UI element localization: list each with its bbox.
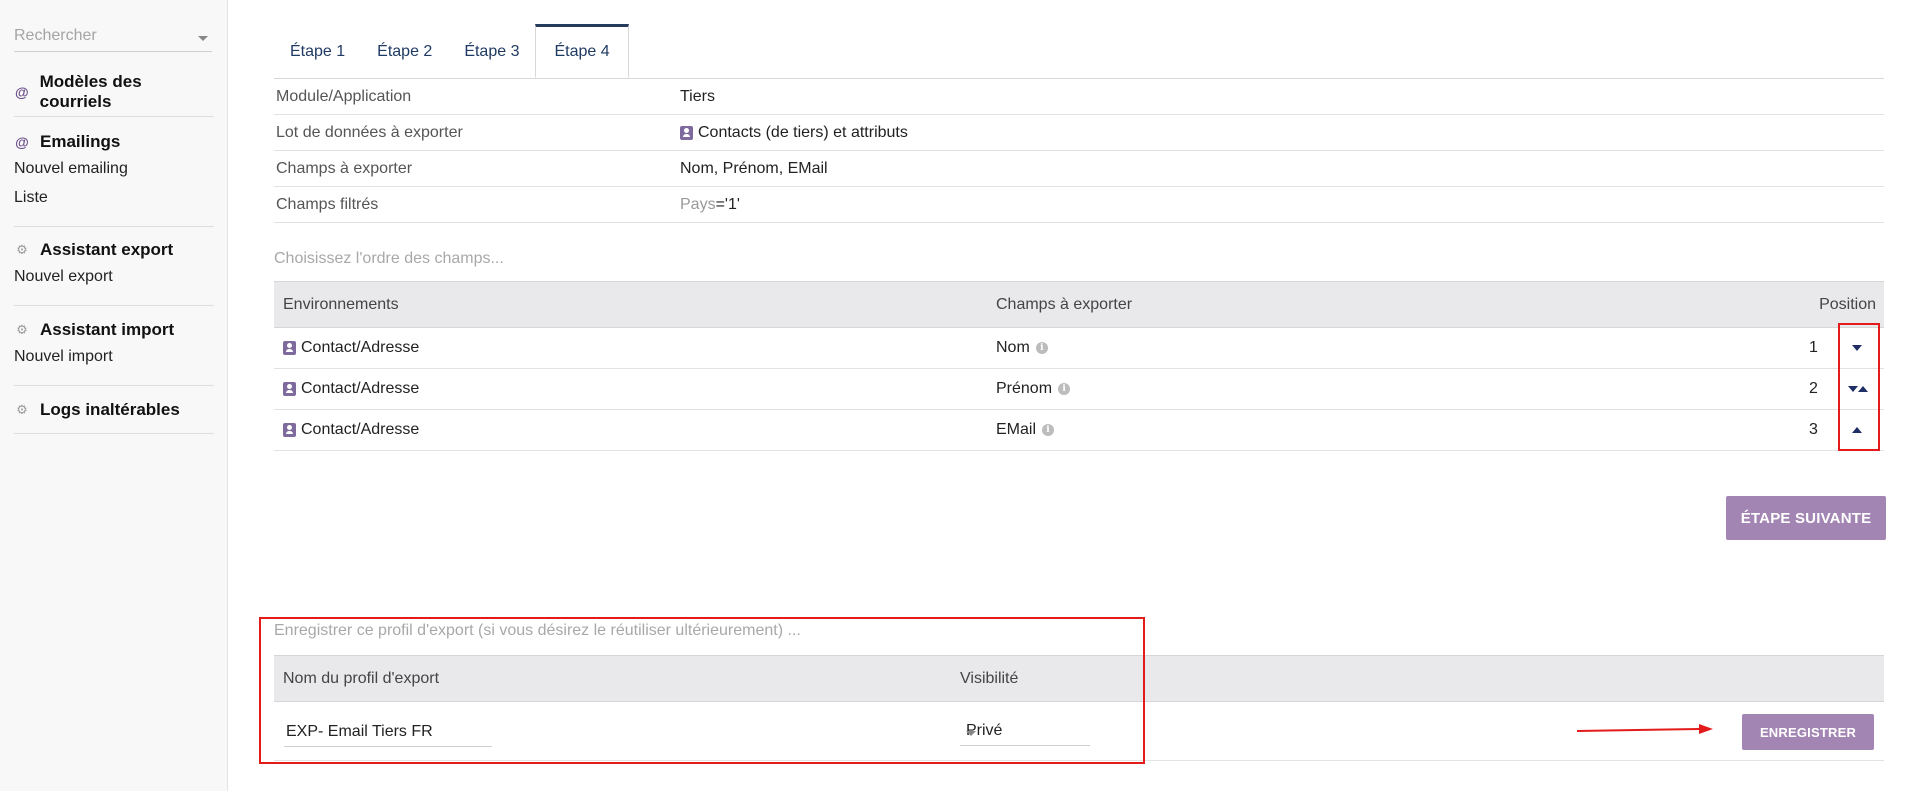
- info-icon[interactable]: i: [1058, 383, 1071, 395]
- info-icon[interactable]: i: [1042, 424, 1055, 436]
- menu-item-nouvel-export[interactable]: Nouvel export: [14, 262, 214, 291]
- info-value: Nom, Prénom, EMail: [680, 160, 828, 177]
- lot-value-text: Contacts (de tiers) et attributs: [698, 124, 908, 141]
- menu-title-label: Assistant import: [40, 320, 175, 339]
- divider: [14, 385, 214, 386]
- table-row: Contact/Adresse Nom i 1: [274, 328, 1884, 369]
- menu-section-assistant-import: ⚙ Assistant import Nouvel import: [14, 318, 214, 371]
- tab-etape-2[interactable]: Étape 2: [361, 24, 448, 78]
- info-row-module: Module/Application Tiers: [274, 79, 1884, 115]
- menu-title-label: Logs inaltérables: [40, 400, 180, 419]
- info-label: Module/Application: [276, 88, 412, 105]
- search-select[interactable]: Rechercher: [14, 24, 212, 52]
- annotation-box-arrows: [1838, 323, 1880, 451]
- contact-icon: [680, 126, 693, 140]
- contact-icon: [283, 423, 296, 437]
- info-row-lot: Lot de données à exporter Contacts (de t…: [274, 115, 1884, 151]
- champ-cell: Nom i: [996, 339, 1048, 357]
- menu-item-liste[interactable]: Liste: [14, 183, 214, 212]
- header-champs: Champs à exporter: [996, 296, 1133, 313]
- menu-item-nouvel-emailing[interactable]: Nouvel emailing: [14, 154, 214, 183]
- annotation-box-profile: [259, 617, 1145, 764]
- champ-cell: EMail i: [996, 421, 1055, 439]
- contact-icon: [283, 341, 296, 355]
- search-placeholder: Rechercher: [14, 27, 97, 44]
- filter-field: Pays: [680, 196, 716, 213]
- chevron-down-icon: [198, 36, 208, 41]
- table-header: Environnements Champs à exporter Positio…: [274, 281, 1884, 328]
- champ-text: Prénom: [996, 380, 1053, 397]
- header-environnements: Environnements: [283, 296, 399, 313]
- menu-title-emailings[interactable]: @ Emailings: [14, 130, 214, 154]
- at-icon: @: [15, 134, 29, 150]
- env-cell: Contact/Adresse: [283, 380, 419, 398]
- menu-section-assistant-export: ⚙ Assistant export Nouvel export: [14, 238, 214, 291]
- champ-cell: Prénom i: [996, 380, 1071, 398]
- info-value: Contacts (de tiers) et attributs: [680, 124, 908, 142]
- position-value: 3: [1809, 421, 1818, 438]
- divider: [14, 433, 214, 434]
- env-text: Contact/Adresse: [301, 421, 420, 438]
- tab-etape-3[interactable]: Étape 3: [448, 24, 535, 78]
- menu-title-label: Assistant export: [40, 240, 174, 259]
- divider: [14, 116, 214, 117]
- divider: [14, 226, 214, 227]
- info-value: Pays ='1': [680, 196, 740, 214]
- env-cell: Contact/Adresse: [283, 421, 419, 439]
- info-label: Champs filtrés: [276, 196, 379, 213]
- order-hint: Choisissez l'ordre des champs...: [274, 250, 504, 267]
- menu-title-label: Modèles des courriels: [39, 72, 142, 111]
- tab-etape-4[interactable]: Étape 4: [535, 24, 629, 78]
- field-order-table: Environnements Champs à exporter Positio…: [274, 281, 1884, 451]
- menu-section-modeles: @ Modèles des courriels: [14, 72, 214, 111]
- info-label: Champs à exporter: [276, 160, 413, 177]
- menu-title-assistant-import[interactable]: ⚙ Assistant import: [14, 318, 214, 342]
- menu-title-logs[interactable]: ⚙ Logs inaltérables: [14, 398, 214, 422]
- info-value: Tiers: [680, 88, 715, 105]
- menu-title-assistant-export[interactable]: ⚙ Assistant export: [14, 238, 214, 262]
- menu-title-label: Emailings: [40, 132, 121, 151]
- filter-value: ='1': [715, 196, 740, 213]
- info-icon[interactable]: i: [1035, 342, 1048, 354]
- info-row-champs: Champs à exporter Nom, Prénom, EMail: [274, 151, 1884, 187]
- champ-text: EMail: [996, 421, 1037, 438]
- env-cell: Contact/Adresse: [283, 339, 419, 357]
- env-text: Contact/Adresse: [301, 380, 420, 397]
- gears-icon: ⚙: [16, 242, 28, 257]
- header-position: Position: [1819, 296, 1876, 313]
- gears-icon: ⚙: [16, 322, 28, 337]
- divider: [14, 305, 214, 306]
- env-text: Contact/Adresse: [301, 339, 420, 356]
- next-step-button[interactable]: ÉTAPE SUIVANTE: [1726, 496, 1886, 540]
- table-row: Contact/Adresse Prénom i 2: [274, 369, 1884, 410]
- champ-text: Nom: [996, 339, 1030, 356]
- gears-icon: ⚙: [16, 402, 28, 417]
- info-row-filtres: Champs filtrés Pays ='1': [274, 187, 1884, 223]
- annotation-arrow-icon: [1576, 724, 1713, 734]
- contact-icon: [283, 382, 296, 396]
- position-value: 2: [1809, 380, 1818, 397]
- menu-title-modeles[interactable]: @ Modèles des courriels: [14, 72, 214, 111]
- sidebar: Rechercher @ Modèles des courriels @ Ema…: [0, 0, 228, 791]
- info-label: Lot de données à exporter: [276, 124, 463, 141]
- at-icon: @: [14, 84, 29, 100]
- menu-section-emailings: @ Emailings Nouvel emailing Liste: [14, 130, 214, 212]
- menu-section-logs: ⚙ Logs inaltérables: [14, 398, 214, 422]
- menu-item-nouvel-import[interactable]: Nouvel import: [14, 342, 214, 371]
- table-row: Contact/Adresse EMail i 3: [274, 410, 1884, 451]
- save-profile-button[interactable]: ENREGISTRER: [1742, 714, 1874, 750]
- step-tabs: Étape 1 Étape 2 Étape 3 Étape 4: [274, 24, 629, 78]
- tab-etape-1[interactable]: Étape 1: [274, 24, 361, 78]
- position-value: 1: [1809, 339, 1818, 356]
